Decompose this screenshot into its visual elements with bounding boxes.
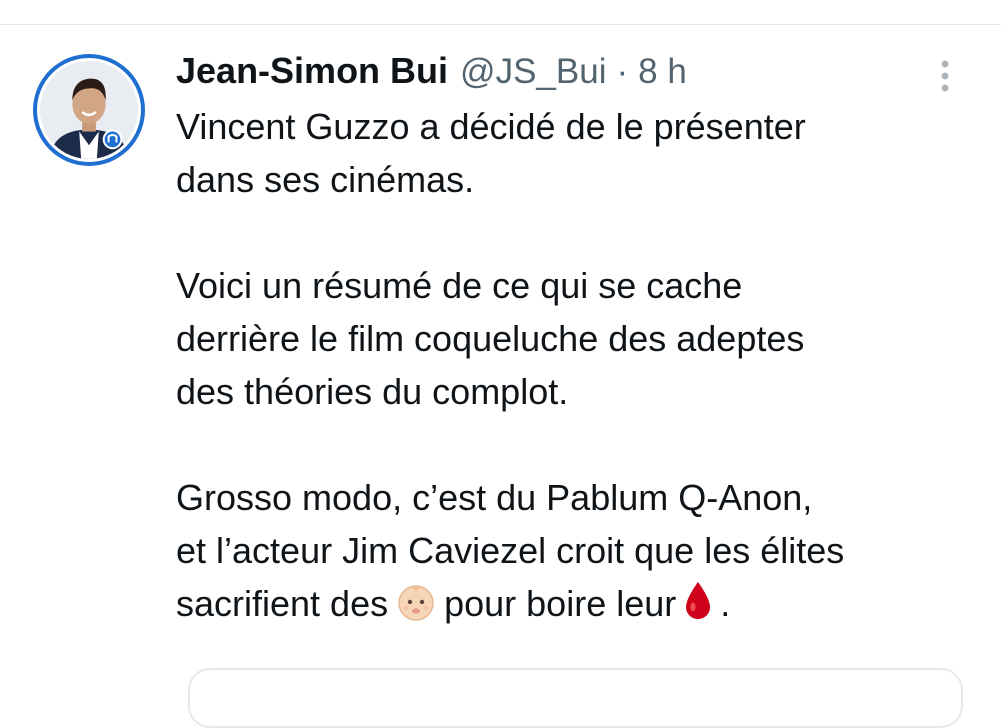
- tweet-text-fragment: .: [720, 583, 731, 624]
- tweet-text-line: des théories du complot.: [176, 371, 569, 412]
- tweet-timestamp[interactable]: 8 h: [638, 52, 687, 92]
- embedded-card[interactable]: [188, 668, 963, 728]
- tweet-text-line-with-emoji: sacrifient des pour boire leur .: [176, 577, 976, 630]
- avatar[interactable]: [33, 54, 145, 166]
- tweet-text-line: Grosso modo, c’est du Pablum Q-Anon,: [176, 477, 813, 518]
- avatar-image: [37, 58, 141, 162]
- tweet-text-fragment: pour boire leur: [444, 583, 677, 624]
- tweet[interactable]: Jean-Simon Bui @JS_Bui · 8 h Vincent Guz…: [0, 0, 1001, 728]
- more-vertical-icon: [941, 60, 949, 92]
- tweet-text-fragment: sacrifient des: [176, 583, 389, 624]
- more-options-button[interactable]: [928, 56, 962, 96]
- tweet-text-line: dans ses cinémas.: [176, 159, 475, 200]
- tweet-text-line: Voici un résumé de ce qui se cache: [176, 265, 743, 306]
- author-display-name[interactable]: Jean-Simon Bui: [176, 50, 448, 92]
- baby-emoji-icon: [394, 582, 438, 636]
- header-separator: ·: [616, 52, 629, 91]
- tweet-header: Jean-Simon Bui @JS_Bui · 8 h: [176, 50, 687, 98]
- blood-drop-emoji-icon: [682, 580, 714, 636]
- author-handle[interactable]: @JS_Bui: [460, 52, 606, 92]
- tweet-text: Vincent Guzzo a décidé de le présenter d…: [176, 100, 976, 630]
- tweet-text-line: Vincent Guzzo a décidé de le présenter: [176, 106, 806, 147]
- tweet-text-line: et l’acteur Jim Caviezel croit que les é…: [176, 530, 845, 571]
- tweet-text-line: derrière le film coqueluche des adeptes: [176, 318, 805, 359]
- profile-photo-icon: [40, 61, 138, 159]
